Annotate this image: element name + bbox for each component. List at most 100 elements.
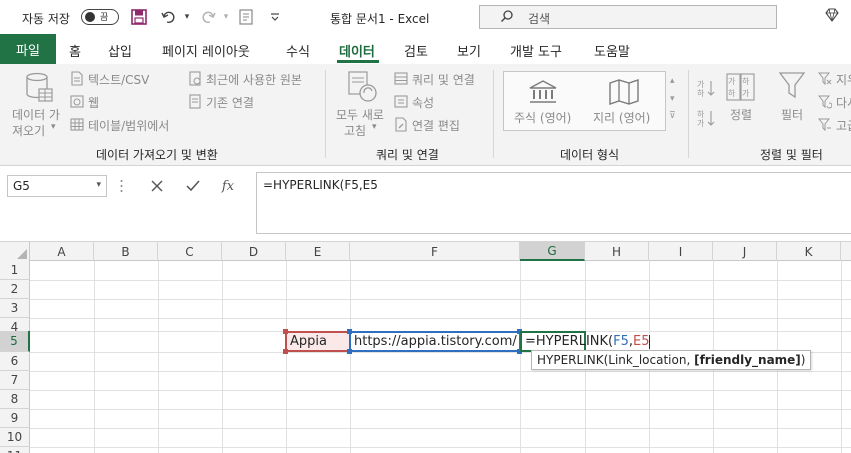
- column-header-i[interactable]: I: [649, 242, 713, 261]
- column-header-j[interactable]: J: [713, 242, 777, 261]
- row-header-2[interactable]: 2: [0, 280, 30, 299]
- tab-view[interactable]: 보기: [457, 41, 481, 60]
- undo-dropdown-icon[interactable]: ▾: [178, 8, 196, 26]
- gridline: [350, 261, 351, 453]
- row-header-1[interactable]: 1: [0, 261, 30, 280]
- range-handle-e5[interactable]: [283, 349, 288, 354]
- save-icon[interactable]: [130, 8, 148, 26]
- row-header-8[interactable]: 8: [0, 390, 30, 409]
- tab-review[interactable]: 검토: [404, 41, 428, 60]
- svg-text:가: 가: [697, 80, 705, 89]
- refresh-dropdown-icon[interactable]: ▾: [372, 122, 377, 132]
- column-header-k[interactable]: K: [777, 242, 841, 261]
- formula-bar-splitter-icon[interactable]: [120, 179, 123, 193]
- get-data-label-2[interactable]: 져오기: [12, 122, 45, 139]
- recent-sources-button[interactable]: 최근에 사용한 원본: [206, 71, 302, 88]
- formula-input[interactable]: =HYPERLINK(F5,E5: [256, 172, 851, 234]
- queries-connections-button[interactable]: 쿼리 및 연결: [412, 71, 475, 88]
- column-header-g[interactable]: G: [520, 242, 585, 261]
- cancel-x-icon[interactable]: [145, 175, 169, 197]
- row-header-11[interactable]: 11: [0, 447, 30, 453]
- sort-asc-icon[interactable]: 가하: [697, 78, 715, 101]
- gallery-more-icon[interactable]: ⊽: [669, 111, 676, 121]
- function-tooltip[interactable]: HYPERLINK(Link_location, [friendly_name]…: [531, 350, 812, 370]
- check-icon[interactable]: [181, 175, 205, 197]
- reapply-filter-icon: [817, 95, 833, 112]
- refresh-all-label-2[interactable]: 고침: [344, 122, 366, 139]
- get-data-label-1[interactable]: 데이터 가: [12, 106, 60, 123]
- tab-page-layout[interactable]: 페이지 레이아웃: [162, 41, 250, 60]
- row-header-7[interactable]: 7: [0, 371, 30, 390]
- refresh-all-label-1[interactable]: 모두 새로: [336, 106, 384, 123]
- ribbon-separator: [325, 70, 326, 158]
- column-header-e[interactable]: E: [286, 242, 350, 261]
- autosave-toggle[interactable]: 끔: [81, 9, 119, 25]
- column-header-f[interactable]: F: [350, 242, 520, 261]
- properties-button[interactable]: 속성: [412, 94, 434, 111]
- tab-home[interactable]: 홈: [69, 41, 81, 60]
- redo-dropdown-icon[interactable]: ▾: [217, 8, 235, 26]
- table-range-button[interactable]: 테이블/범위에서: [88, 117, 169, 134]
- properties-icon: [394, 94, 408, 112]
- range-handle-e5[interactable]: [283, 329, 288, 334]
- gridline: [158, 261, 159, 453]
- tab-developer[interactable]: 개발 도구: [510, 41, 562, 60]
- undo-icon[interactable]: [160, 8, 178, 26]
- edit-links-button[interactable]: 연결 편집: [412, 117, 460, 134]
- premium-diamond-icon[interactable]: [824, 7, 840, 23]
- stocks-button[interactable]: 주식 (영어): [514, 109, 571, 126]
- ribbon-separator: [493, 70, 494, 158]
- get-data-dropdown-icon[interactable]: ▾: [51, 122, 56, 132]
- name-box[interactable]: G5 ▾: [7, 175, 107, 197]
- cell-f5-text: https://appia.tistory.com/: [354, 334, 517, 349]
- recent-sources-icon: [188, 71, 202, 89]
- range-handle-f5[interactable]: [347, 349, 352, 354]
- sort-button[interactable]: 정렬: [730, 106, 752, 123]
- cell-f5[interactable]: https://appia.tistory.com/: [349, 331, 521, 352]
- column-header-c[interactable]: C: [158, 242, 222, 261]
- web-button[interactable]: 웹: [88, 94, 99, 111]
- select-all-button[interactable]: [0, 242, 30, 261]
- column-header-h[interactable]: H: [585, 242, 649, 261]
- row-header-6[interactable]: 6: [0, 352, 30, 371]
- geography-button[interactable]: 지리 (영어): [593, 109, 650, 126]
- worksheet-grid[interactable]: A B C D E F G H I J K 1 2 3 4 5 6 7 8 9 …: [0, 242, 851, 453]
- column-header-a[interactable]: A: [30, 242, 94, 261]
- gridline: [30, 280, 851, 281]
- clear-filter-button[interactable]: 지우: [836, 71, 851, 88]
- column-header-b[interactable]: B: [94, 242, 158, 261]
- tab-insert[interactable]: 삽입: [108, 41, 132, 60]
- search-box[interactable]: 검색: [479, 5, 777, 29]
- existing-connections-button[interactable]: 기존 연결: [206, 94, 254, 111]
- text-csv-button[interactable]: 텍스트/CSV: [88, 71, 149, 88]
- redo-icon[interactable]: [199, 8, 217, 26]
- gridline: [30, 371, 851, 372]
- row-header-9[interactable]: 9: [0, 409, 30, 428]
- column-header-d[interactable]: D: [222, 242, 286, 261]
- existing-connections-icon: [188, 94, 202, 112]
- name-box-dropdown-icon[interactable]: ▾: [96, 180, 101, 190]
- range-handle-f5[interactable]: [347, 329, 352, 334]
- tooltip-bold-arg: [friendly_name]: [694, 353, 801, 367]
- sort-desc-icon[interactable]: 하가: [697, 108, 715, 131]
- advanced-filter-button[interactable]: 고급: [836, 117, 851, 134]
- gridline: [30, 428, 851, 429]
- tab-help[interactable]: 도움말: [594, 41, 630, 60]
- gallery-scroll-down-icon[interactable]: ▾: [670, 94, 675, 104]
- insert-function-button[interactable]: fx: [216, 175, 240, 197]
- cell-e5[interactable]: Appia: [285, 331, 351, 352]
- row-header-10[interactable]: 10: [0, 428, 30, 447]
- row-header-3[interactable]: 3: [0, 299, 30, 318]
- form-icon[interactable]: [237, 8, 255, 26]
- cell-g5[interactable]: =HYPERLINK(F5,E5: [520, 331, 651, 352]
- tab-file[interactable]: 파일: [0, 34, 56, 64]
- gridline: [94, 261, 95, 453]
- tab-formulas[interactable]: 수식: [286, 41, 310, 60]
- row-header-5[interactable]: 5: [0, 331, 30, 352]
- customize-qat-icon[interactable]: [266, 8, 284, 26]
- reapply-filter-button[interactable]: 다시: [836, 94, 851, 111]
- active-tab-indicator: [337, 60, 379, 63]
- gallery-scroll-up-icon[interactable]: ▴: [670, 76, 675, 86]
- tab-data[interactable]: 데이터: [339, 41, 375, 60]
- filter-button[interactable]: 필터: [781, 106, 803, 123]
